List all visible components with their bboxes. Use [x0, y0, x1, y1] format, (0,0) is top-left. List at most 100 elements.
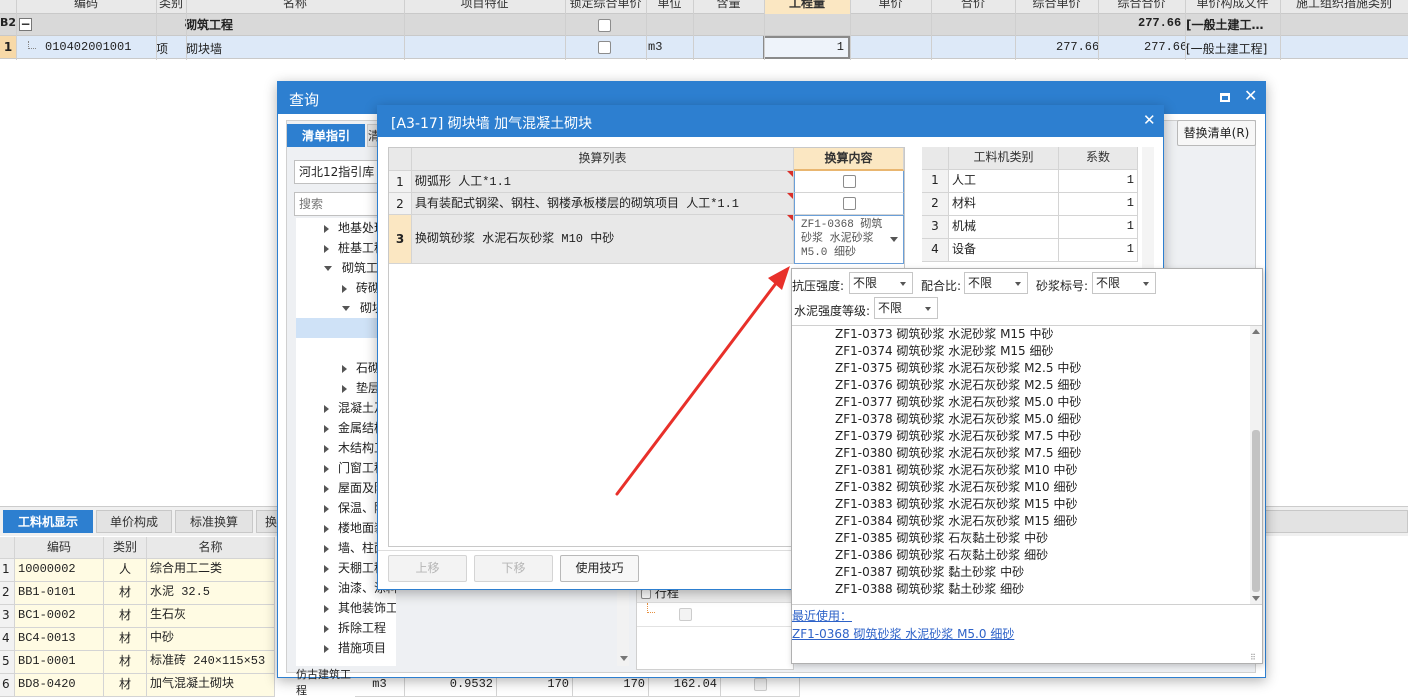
coefficient-value[interactable]: 1: [1059, 193, 1138, 216]
tab-standard-convert[interactable]: 标准换算: [175, 510, 253, 533]
mortar-option[interactable]: ZF1-0383 砌筑砂浆 水泥石灰砂浆 M15 中砂: [835, 496, 1078, 513]
scroll-down-icon[interactable]: [1252, 596, 1260, 601]
expand-icon[interactable]: [324, 564, 329, 573]
expand-icon[interactable]: [324, 224, 329, 233]
tree-scroll-down-icon[interactable]: [620, 656, 628, 661]
coefficient-value[interactable]: 1: [1059, 170, 1138, 193]
material-name: 生石灰: [147, 605, 275, 628]
mortar-option[interactable]: ZF1-0386 砌筑砂浆 石灰黏土砂浆 细砂: [835, 547, 1048, 564]
mortar-option[interactable]: ZF1-0376 砌筑砂浆 水泥石灰砂浆 M2.5 细砂: [835, 377, 1081, 394]
material-column-header[interactable]: 编码: [15, 537, 104, 559]
list-scrollbar[interactable]: [1250, 326, 1262, 604]
tree-bottom-item: 仿古建筑工程: [296, 668, 351, 697]
mortar-option[interactable]: ZF1-0384 砌筑砂浆 水泥石灰砂浆 M15 细砂: [835, 513, 1078, 530]
expand-icon[interactable]: [324, 404, 329, 413]
checkbox[interactable]: [679, 608, 692, 621]
cement-grade-label: 水泥强度等级:: [794, 304, 871, 318]
library-select[interactable]: 河北12指引库: [294, 160, 384, 184]
scroll-up-icon[interactable]: [1252, 329, 1260, 334]
coef-scrollbar[interactable]: [1142, 147, 1154, 272]
material-code: 10000002: [15, 559, 104, 582]
material-name: 标准砖 240×115×53: [147, 651, 275, 674]
material-type: 材: [104, 651, 147, 674]
replace-list-button[interactable]: 替换清单(R): [1177, 120, 1256, 146]
expand-icon[interactable]: [342, 384, 347, 393]
conversion-checkbox-cell[interactable]: [794, 193, 904, 215]
move-down-button[interactable]: 下移: [474, 555, 553, 582]
coefficient-table: 工料机类别 系数 1 人工 1 2 材料 1 3 机械 1 4 设备 1: [922, 147, 1138, 272]
mortar-option[interactable]: ZF1-0387 砌筑砂浆 黏土砂浆 中砂: [835, 564, 1024, 581]
conversion-content-select[interactable]: ZF1-0368 砌筑砂浆 水泥砂浆 M5.0 细砂: [794, 215, 904, 264]
coefficient-value[interactable]: 1: [1059, 216, 1138, 239]
close-icon[interactable]: ✕: [1244, 86, 1257, 105]
mortar-option[interactable]: ZF1-0373 砌筑砂浆 水泥砂浆 M15 中砂: [835, 326, 1054, 343]
scroll-thumb[interactable]: [1252, 430, 1260, 592]
material-column-header[interactable]: 类别: [104, 537, 147, 559]
material-code: BC4-0013: [15, 628, 104, 651]
conversion-item[interactable]: 换砌筑砂浆 水泥石灰砂浆 M10 中砂: [412, 215, 794, 264]
recent-item-link[interactable]: ZF1-0368 砌筑砂浆 水泥砂浆 M5.0 细砂: [792, 625, 1014, 642]
material-category: 机械: [949, 216, 1059, 239]
expand-icon[interactable]: [324, 584, 329, 593]
mortar-option[interactable]: ZF1-0382 砌筑砂浆 水泥石灰砂浆 M10 细砂: [835, 479, 1078, 496]
expand-icon[interactable]: [324, 624, 329, 633]
expand-icon[interactable]: [324, 504, 329, 513]
mortar-option[interactable]: ZF1-0375 砌筑砂浆 水泥石灰砂浆 M2.5 中砂: [835, 360, 1081, 377]
mortar-option[interactable]: ZF1-0378 砌筑砂浆 水泥石灰砂浆 M5.0 细砂: [835, 411, 1081, 428]
tree-item[interactable]: 拆除工程: [324, 618, 386, 638]
mortar-option[interactable]: ZF1-0379 砌筑砂浆 水泥石灰砂浆 M7.5 中砂: [835, 428, 1081, 445]
mortar-option[interactable]: ZF1-0377 砌筑砂浆 水泥石灰砂浆 M5.0 中砂: [835, 394, 1081, 411]
annotation-arrow: [615, 266, 790, 496]
conversion-item[interactable]: 砌弧形 人工*1.1: [412, 171, 794, 193]
material-column-header[interactable]: 名称: [147, 537, 275, 559]
mortar-option[interactable]: ZF1-0381 砌筑砂浆 水泥石灰砂浆 M10 中砂: [835, 462, 1078, 479]
lower-sub-panel: 行程: [636, 582, 794, 670]
row-number: 1: [0, 559, 15, 582]
tab-price-structure[interactable]: 单价构成: [96, 510, 172, 533]
checkbox[interactable]: [641, 588, 651, 599]
collapse-icon[interactable]: [324, 266, 332, 271]
tab-material-display[interactable]: 工料机显示: [3, 510, 93, 533]
mortar-grade-select[interactable]: 不限: [1092, 272, 1156, 294]
expand-icon[interactable]: [324, 244, 329, 253]
expand-icon[interactable]: [342, 284, 347, 293]
conversion-checkbox-cell[interactable]: [794, 171, 904, 193]
conversion-item[interactable]: 具有装配式钢梁、钢柱、钢楼承板楼层的砌筑项目 人工*1.1: [412, 193, 794, 215]
expand-icon[interactable]: [324, 524, 329, 533]
tree-item[interactable]: 其他装饰工程: [324, 598, 396, 618]
resize-grip-icon[interactable]: ⠿: [1250, 653, 1256, 662]
usage-tips-button[interactable]: 使用技巧: [560, 555, 639, 582]
move-up-button[interactable]: 上移: [388, 555, 467, 582]
expand-icon[interactable]: [324, 484, 329, 493]
mortar-option[interactable]: ZF1-0385 砌筑砂浆 石灰黏土砂浆 中砂: [835, 530, 1048, 547]
mortar-option[interactable]: ZF1-0380 砌筑砂浆 水泥石灰砂浆 M7.5 细砂: [835, 445, 1081, 462]
query-dialog-title: 查询: [289, 91, 320, 109]
expand-icon[interactable]: [324, 424, 329, 433]
tree-item[interactable]: 措施项目: [324, 638, 386, 658]
mortar-option[interactable]: ZF1-0388 砌筑砂浆 黏土砂浆 细砂: [835, 581, 1024, 598]
chevron-down-icon[interactable]: [890, 237, 898, 242]
tree-item[interactable]: 垫层: [342, 378, 380, 398]
search-input[interactable]: [294, 192, 384, 216]
close-icon[interactable]: ✕: [1143, 111, 1156, 129]
mix-ratio-select[interactable]: 不限: [964, 272, 1028, 294]
checkbox[interactable]: [842, 175, 856, 188]
expand-icon[interactable]: [324, 544, 329, 553]
cement-grade-select[interactable]: 不限: [874, 297, 938, 319]
mortar-dropdown[interactable]: 抗压强度: 不限 配合比: 不限 砂浆标号: 不限 水泥强度等级: 不限 ZF1…: [791, 268, 1263, 664]
expand-icon[interactable]: [324, 604, 329, 613]
collapse-icon[interactable]: [342, 306, 350, 311]
conversion-dialog-title: [A3-17] 砌块墙 加气混凝土砌块: [391, 116, 593, 132]
expand-icon[interactable]: [324, 644, 329, 653]
mortar-option[interactable]: ZF1-0374 砌筑砂浆 水泥砂浆 M15 细砂: [835, 343, 1054, 360]
expand-icon[interactable]: [324, 444, 329, 453]
maximize-icon[interactable]: [1220, 93, 1230, 102]
coefficient-value[interactable]: 1: [1059, 239, 1138, 262]
row-number: 1: [389, 171, 412, 193]
expand-icon[interactable]: [342, 364, 347, 373]
expand-icon[interactable]: [324, 464, 329, 473]
compressive-strength-select[interactable]: 不限: [849, 272, 913, 294]
tab-list-guide[interactable]: 清单指引: [287, 124, 365, 147]
checkbox[interactable]: [842, 197, 856, 210]
select-value: 不限: [968, 276, 993, 290]
